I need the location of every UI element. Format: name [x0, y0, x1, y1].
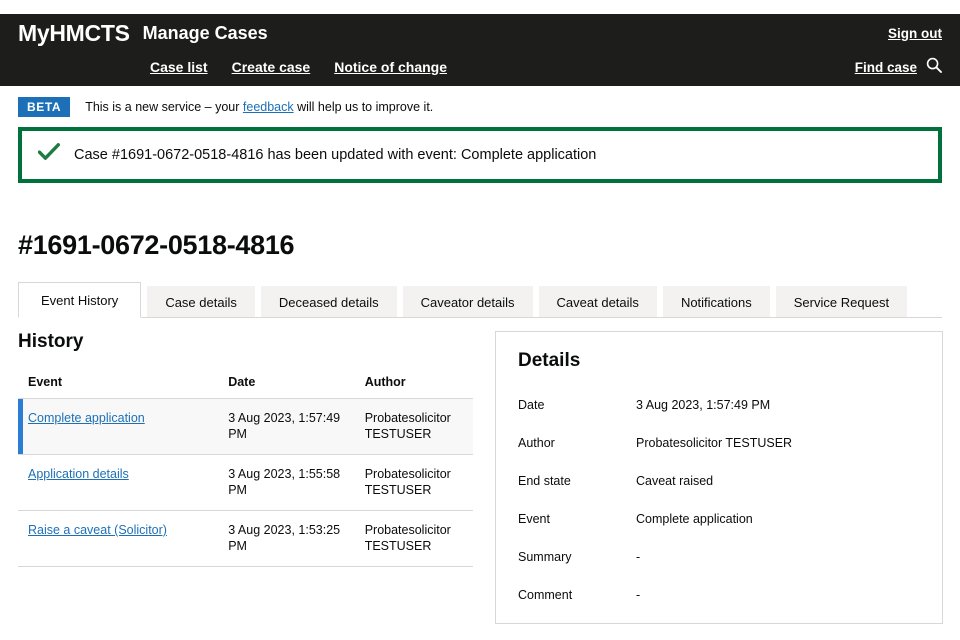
beta-badge: BETA — [18, 97, 71, 117]
detail-label: Author — [518, 436, 555, 450]
history-event-link[interactable]: Raise a caveat (Solicitor) — [28, 523, 167, 537]
tab-notifications[interactable]: Notifications — [662, 286, 770, 317]
detail-row-event: Event Complete application — [518, 512, 920, 527]
history-event-link[interactable]: Complete application — [28, 411, 145, 425]
history-date-cell: 3 Aug 2023, 1:55:58 PM — [218, 454, 355, 511]
site-header: MyHMCTS Manage Cases Sign out Case list … — [0, 14, 960, 86]
history-author-cell: Probatesolicitor TESTUSER — [354, 454, 473, 511]
detail-value: 3 Aug 2023, 1:57:49 PM — [636, 398, 771, 412]
details-column: Details Date 3 Aug 2023, 1:57:49 PM Auth… — [495, 331, 943, 624]
detail-label: End state — [518, 474, 571, 488]
tab-caveat-details[interactable]: Caveat details — [538, 286, 657, 317]
tab-bar: Event History Case details Deceased deta… — [18, 282, 942, 318]
sign-out-link[interactable]: Sign out — [888, 26, 942, 41]
service-name: Manage Cases — [142, 22, 268, 43]
feedback-link[interactable]: feedback — [243, 100, 294, 114]
tab-case-details[interactable]: Case details — [147, 286, 255, 317]
detail-value: Probatesolicitor TESTUSER — [636, 436, 793, 450]
top-white-strip — [0, 0, 960, 14]
success-banner: Case #1691-0672-0518-4816 has been updat… — [18, 127, 942, 183]
phase-text-after: will help us to improve it. — [293, 100, 434, 114]
history-date-cell: 3 Aug 2023, 1:57:49 PM — [218, 398, 355, 455]
history-event-cell: Raise a caveat (Solicitor) — [18, 510, 219, 567]
tab-service-request[interactable]: Service Request — [775, 286, 908, 317]
history-event-cell: Complete application — [18, 398, 219, 455]
detail-label: Event — [518, 512, 550, 526]
history-event-cell: Application details — [18, 454, 219, 511]
detail-value: - — [636, 588, 641, 602]
history-heading: History — [18, 331, 84, 352]
myhmcts-logo: MyHMCTS — [18, 19, 130, 46]
header-nav-row: Case list Create case Notice of change F… — [18, 52, 942, 86]
history-date-cell: 3 Aug 2023, 1:53:25 PM — [218, 510, 355, 567]
detail-row-comment: Comment - — [518, 588, 920, 603]
page-body: BETA This is a new service – your feedba… — [0, 86, 960, 624]
detail-label: Date — [518, 398, 545, 412]
tab-content: History Event Date Author Complete appli… — [18, 331, 943, 624]
history-author-cell: Probatesolicitor TESTUSER — [354, 510, 473, 567]
history-event-link[interactable]: Application details — [28, 467, 129, 481]
detail-row-summary: Summary - — [518, 550, 920, 565]
detail-row-author: Author Probatesolicitor TESTUSER — [518, 436, 920, 451]
history-column: History Event Date Author Complete appli… — [18, 331, 473, 567]
detail-value: Complete application — [636, 512, 753, 526]
check-icon — [37, 143, 60, 166]
detail-label: Comment — [518, 588, 573, 602]
details-panel: Details Date 3 Aug 2023, 1:57:49 PM Auth… — [495, 331, 943, 624]
column-header-event: Event — [18, 375, 219, 399]
success-message: Case #1691-0672-0518-4816 has been updat… — [74, 146, 597, 163]
header-primary-row: MyHMCTS Manage Cases Sign out — [18, 14, 942, 52]
find-case-group[interactable]: Find case — [855, 57, 942, 78]
page-title: #1691-0672-0518-4816 — [18, 230, 295, 260]
nav-item-notice-of-change[interactable]: Notice of change — [334, 59, 447, 75]
detail-value: - — [636, 550, 641, 564]
history-header-row: Event Date Author — [18, 375, 473, 399]
details-heading: Details — [518, 350, 581, 371]
table-row[interactable]: Complete application 3 Aug 2023, 1:57:49… — [18, 398, 473, 455]
nav-item-create-case[interactable]: Create case — [232, 59, 311, 75]
table-row[interactable]: Raise a caveat (Solicitor) 3 Aug 2023, 1… — [18, 510, 473, 567]
detail-row-end-state: End state Caveat raised — [518, 474, 920, 489]
history-author-cell: Probatesolicitor TESTUSER — [354, 398, 473, 455]
nav-item-case-list[interactable]: Case list — [150, 59, 208, 75]
phase-banner: BETA This is a new service – your feedba… — [18, 86, 942, 127]
column-header-date: Date — [218, 375, 355, 399]
table-row[interactable]: Application details 3 Aug 2023, 1:55:58 … — [18, 454, 473, 511]
column-header-author: Author — [354, 375, 473, 399]
history-table-head: Event Date Author — [18, 375, 473, 399]
find-case-link[interactable]: Find case — [855, 60, 917, 75]
phase-text-before: This is a new service – your — [85, 100, 243, 114]
tab-deceased-details[interactable]: Deceased details — [260, 286, 397, 317]
tab-event-history[interactable]: Event History — [18, 282, 142, 318]
search-icon[interactable] — [926, 57, 942, 78]
history-table: Event Date Author Complete application 3… — [18, 375, 473, 567]
detail-value: Caveat raised — [636, 474, 714, 488]
history-table-body: Complete application 3 Aug 2023, 1:57:49… — [18, 398, 473, 567]
detail-label: Summary — [518, 550, 572, 564]
detail-row-date: Date 3 Aug 2023, 1:57:49 PM — [518, 398, 920, 413]
phase-banner-text: This is a new service – your feedback wi… — [85, 100, 433, 114]
tab-caveator-details[interactable]: Caveator details — [402, 286, 533, 317]
